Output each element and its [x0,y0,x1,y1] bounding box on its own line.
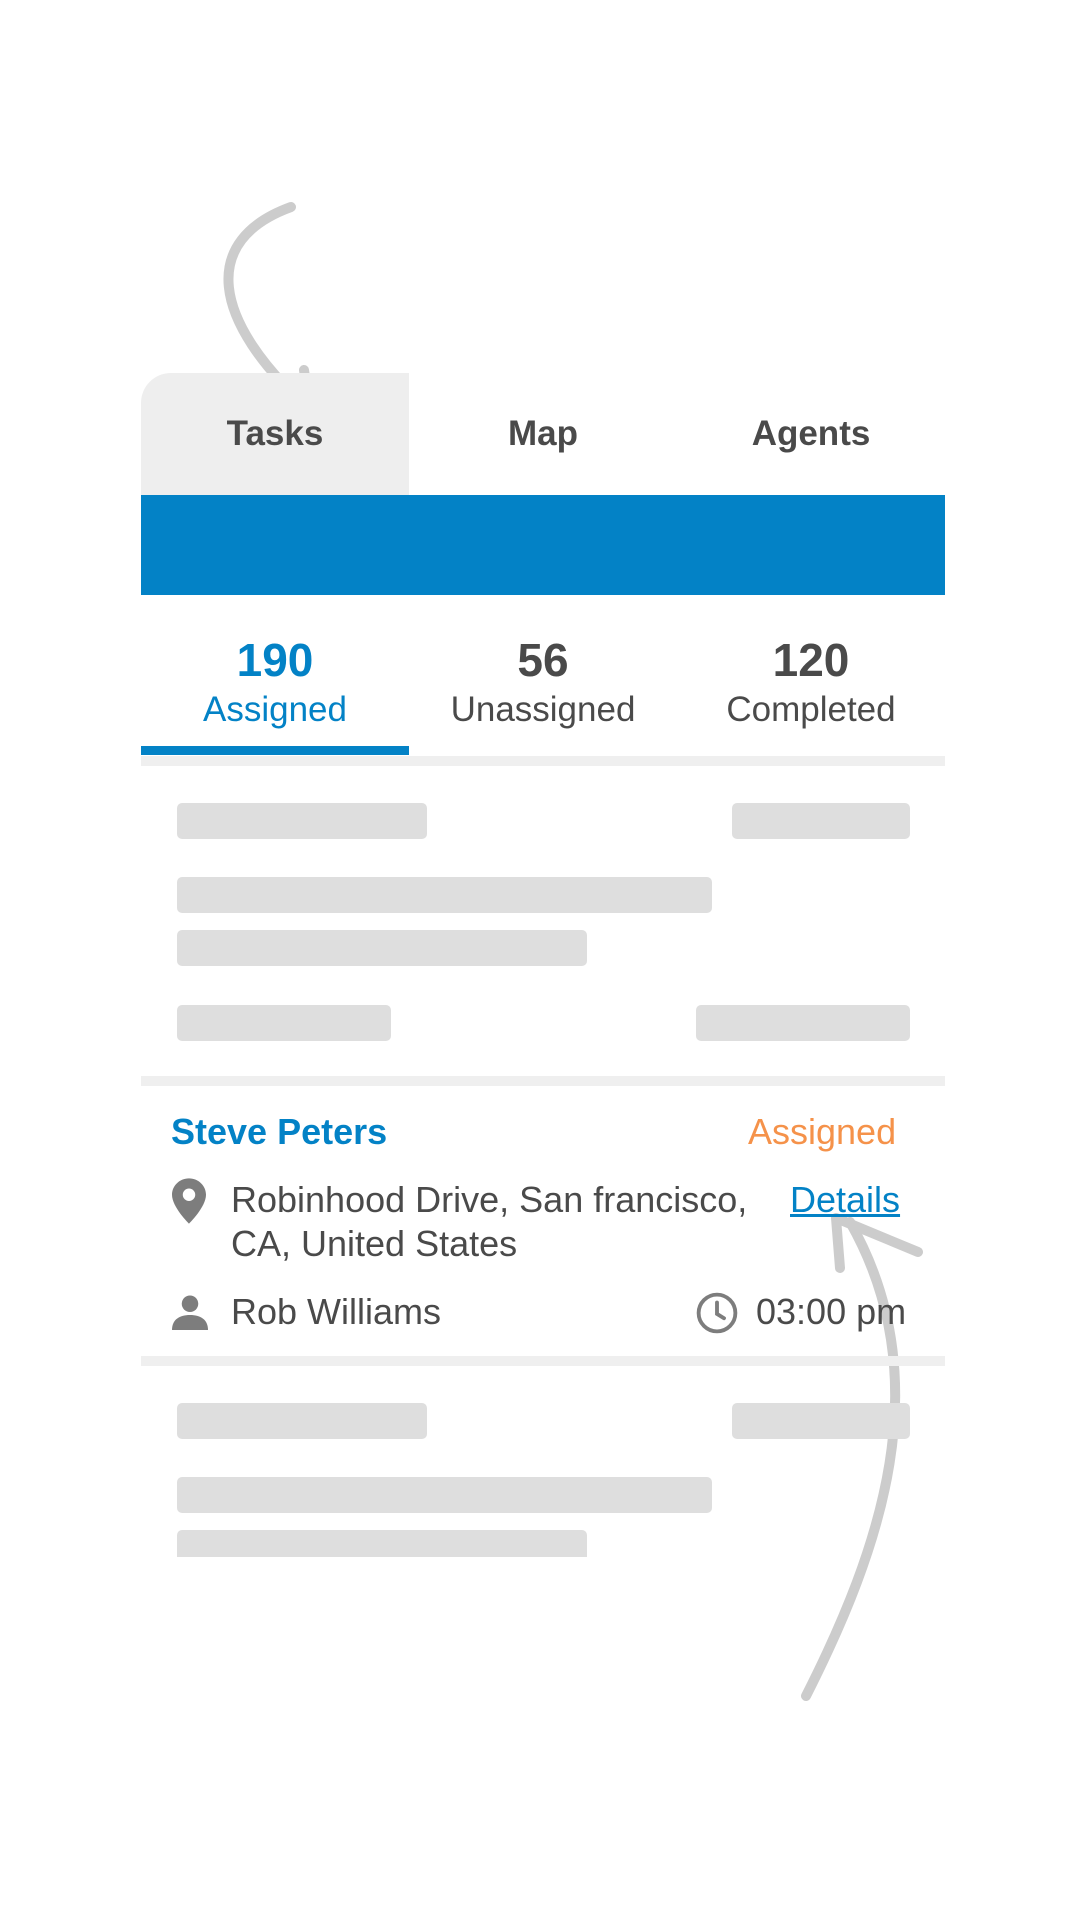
stat-count-unassigned: 56 [517,634,569,686]
tab-agents[interactable]: Agents [677,373,945,495]
header-bar [141,495,945,595]
location-pin-icon [172,1178,206,1224]
stat-tab-assigned[interactable]: 190 Assigned [141,620,409,754]
stat-count-completed: 120 [772,634,850,686]
skeleton-line [732,1403,910,1439]
stat-tab-unassigned[interactable]: 56 Unassigned [409,620,677,754]
task-status-badge: Assigned [748,1111,897,1152]
skeleton-line [696,1005,910,1041]
task-address-line2: CA, United States [231,1223,518,1264]
tab-tasks-label: Tasks [226,414,324,453]
task-time: 03:00 pm [756,1291,907,1332]
stat-label-completed: Completed [726,690,896,729]
stat-label-assigned: Assigned [203,690,347,729]
tab-map[interactable]: Map [409,373,677,495]
clock-icon [696,1292,738,1334]
list-divider [141,756,945,766]
skeleton-line [177,1403,427,1439]
tab-map-label: Map [508,414,578,453]
skeleton-line [177,930,587,966]
stat-tab-completed[interactable]: 120 Completed [677,620,945,754]
task-address: Robinhood Drive, San francisco, CA, Unit… [231,1178,771,1266]
tab-tasks[interactable]: Tasks [141,373,409,495]
details-link[interactable]: Details [790,1178,900,1222]
tab-agents-label: Agents [751,414,871,453]
skeleton-line [177,1530,587,1557]
skeleton-line [732,803,910,839]
stat-label-unassigned: Unassigned [450,690,636,729]
task-address-line1: Robinhood Drive, San francisco, [231,1179,748,1220]
list-divider [141,1076,945,1086]
active-tab-indicator [141,746,409,755]
task-agent-name: Rob Williams [231,1291,442,1332]
skeleton-line [177,1005,391,1041]
stat-count-assigned: 190 [236,634,314,686]
person-icon [172,1294,208,1330]
task-customer-name: Steve Peters [171,1111,388,1152]
skeleton-line [177,803,427,839]
skeleton-line [177,877,712,913]
skeleton-line [177,1477,712,1513]
list-divider [141,1356,945,1366]
